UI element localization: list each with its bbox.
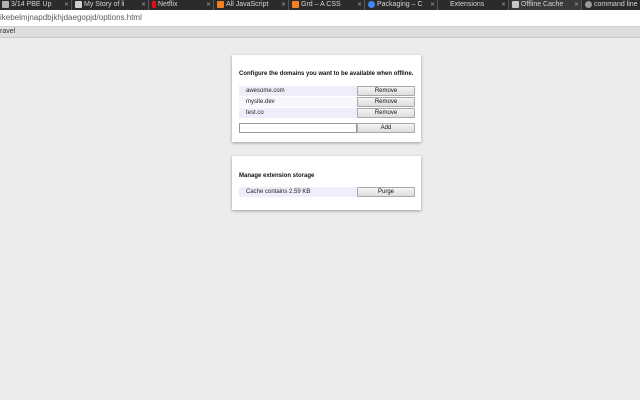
tab-title: Netflix bbox=[158, 1, 178, 8]
close-tab-icon[interactable]: ✕ bbox=[281, 1, 286, 8]
bookmark-item[interactable]: ravel bbox=[0, 27, 15, 37]
domain-row: test.co Remove bbox=[239, 108, 415, 118]
purge-button[interactable]: Purge bbox=[357, 187, 415, 197]
new-domain-input[interactable] bbox=[239, 123, 357, 133]
domain-row: mysite.dev Remove bbox=[239, 97, 415, 107]
close-tab-icon[interactable]: ✕ bbox=[501, 1, 506, 8]
tab-title: Extensions bbox=[450, 1, 485, 8]
domain-name: mysite.dev bbox=[239, 97, 357, 107]
remove-button[interactable]: Remove bbox=[357, 86, 415, 96]
tab-1[interactable]: My Story of li ✕ bbox=[73, 0, 149, 10]
y-combinator-icon bbox=[292, 1, 299, 8]
page-icon bbox=[2, 1, 9, 8]
tab-0[interactable]: 3/14 PBE Up ✕ bbox=[0, 0, 72, 10]
storage-card-title: Manage extension storage bbox=[239, 173, 315, 179]
tab-5[interactable]: Packaging – C ✕ bbox=[366, 0, 438, 10]
tab-title: Offline Cache bbox=[521, 1, 564, 8]
storage-card: Manage extension storage Cache contains … bbox=[232, 156, 421, 210]
domains-card: Configure the domains you want to be ava… bbox=[232, 55, 421, 142]
tab-7-active[interactable]: Offline Cache ✕ bbox=[510, 0, 582, 10]
close-tab-icon[interactable]: ✕ bbox=[430, 1, 435, 8]
github-icon bbox=[585, 1, 592, 8]
extensions-icon bbox=[441, 1, 448, 8]
address-bar[interactable]: ikebelmjnapdbjkhjdaegopjd/options.html bbox=[0, 10, 640, 27]
y-combinator-icon bbox=[217, 1, 224, 8]
netflix-icon bbox=[152, 1, 156, 8]
domain-name: awesome.com bbox=[239, 86, 357, 96]
tab-strip: 3/14 PBE Up ✕ My Story of li ✕ Netflix ✕ Al… bbox=[0, 0, 640, 10]
page-icon bbox=[512, 1, 519, 8]
domain-name: test.co bbox=[239, 108, 357, 118]
tab-title: My Story of li bbox=[84, 1, 125, 8]
close-tab-icon[interactable]: ✕ bbox=[206, 1, 211, 8]
tab-title: Packaging – C bbox=[377, 1, 423, 8]
domain-row: awesome.com Remove bbox=[239, 86, 415, 96]
tab-6[interactable]: Extensions ✕ bbox=[439, 0, 509, 10]
url-text: ikebelmjnapdbjkhjdaegopjd/options.html bbox=[0, 13, 142, 22]
page-icon bbox=[75, 1, 82, 8]
add-button[interactable]: Add bbox=[357, 123, 415, 133]
google-icon bbox=[368, 1, 375, 8]
close-tab-icon[interactable]: ✕ bbox=[357, 1, 362, 8]
tab-8[interactable]: command line bbox=[583, 0, 640, 10]
tab-4[interactable]: Grd – A CSS ✕ bbox=[290, 0, 365, 10]
cache-size-text: Cache contains 2.59 KB bbox=[239, 187, 357, 197]
tab-title: command line bbox=[594, 1, 638, 8]
tab-title: 3/14 PBE Up bbox=[11, 1, 52, 8]
tab-2[interactable]: Netflix ✕ bbox=[150, 0, 214, 10]
remove-button[interactable]: Remove bbox=[357, 108, 415, 118]
tab-3[interactable]: All JavaScript ✕ bbox=[215, 0, 289, 10]
domains-card-title: Configure the domains you want to be ava… bbox=[239, 71, 414, 77]
close-tab-icon[interactable]: ✕ bbox=[141, 1, 146, 8]
bookmarks-bar: ravel bbox=[0, 27, 640, 38]
close-tab-icon[interactable]: ✕ bbox=[574, 1, 579, 8]
tab-title: All JavaScript bbox=[226, 1, 269, 8]
close-tab-icon[interactable]: ✕ bbox=[64, 1, 69, 8]
tab-title: Grd – A CSS bbox=[301, 1, 341, 8]
cache-row: Cache contains 2.59 KB Purge bbox=[239, 187, 415, 197]
remove-button[interactable]: Remove bbox=[357, 97, 415, 107]
